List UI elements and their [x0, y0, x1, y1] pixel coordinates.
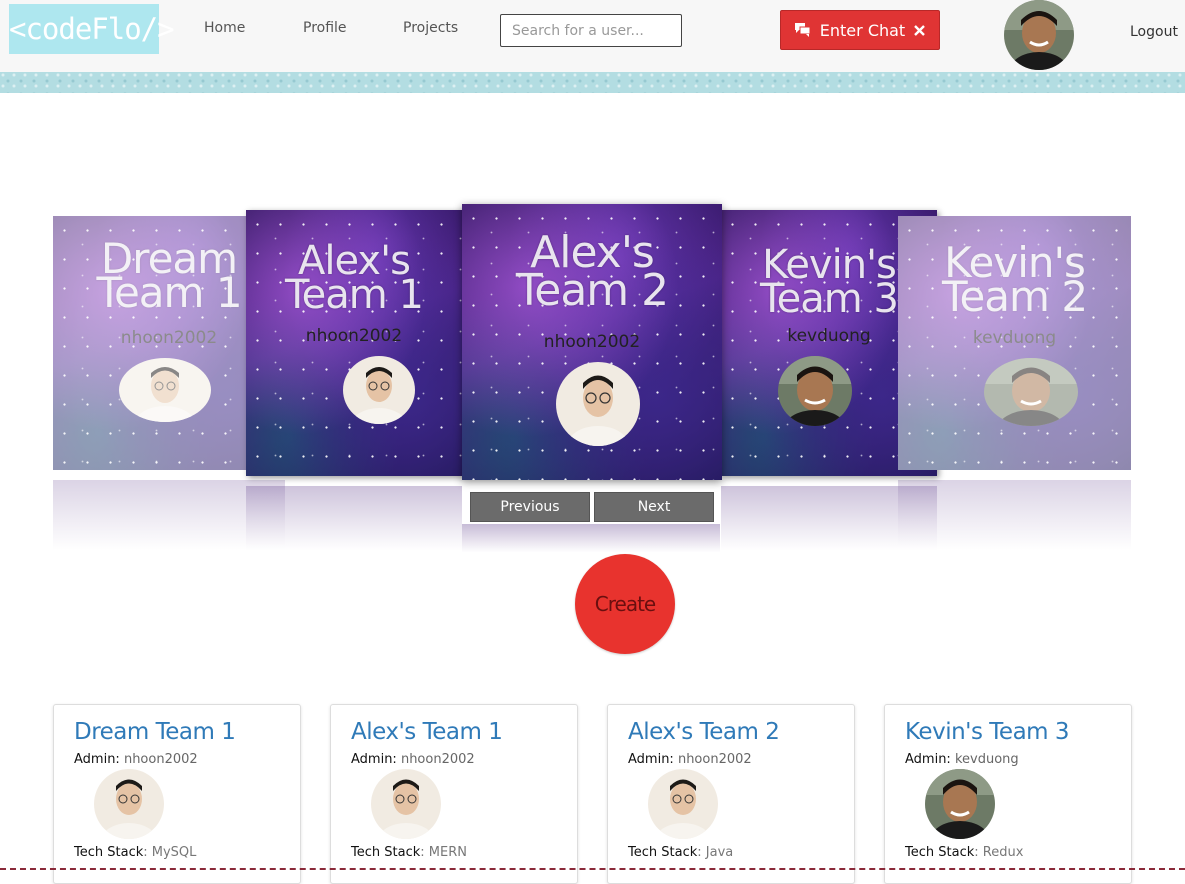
slide-owner: nhoon2002 [543, 332, 641, 352]
slide-fade-overlay [898, 216, 1131, 470]
team-carousel[interactable]: Dream Team 1 nhoon2002 Alex's Team 1 nho… [0, 200, 1185, 560]
slide-title-line: Team 1 [285, 272, 424, 318]
carousel-slide-active[interactable]: Alex's Team 2 nhoon2002 [462, 204, 722, 480]
team-card-stack: Tech Stack: Redux [905, 845, 1024, 860]
create-team-button[interactable]: Create [575, 554, 675, 654]
team-card[interactable]: Alex's Team 2 Admin: nhoon2002 Tech Stac… [607, 704, 855, 884]
owner-photo [556, 362, 640, 446]
next-button[interactable]: Next [594, 492, 714, 522]
nav-profile-link[interactable]: Profile [303, 20, 347, 36]
nav-home-link[interactable]: Home [204, 20, 245, 36]
team-card-title[interactable]: Alex's Team 1 [351, 719, 557, 745]
team-card[interactable]: Kevin's Team 3 Admin: kevduong Tech Stac… [884, 704, 1132, 884]
close-icon [914, 24, 926, 36]
admin-photo [94, 769, 164, 839]
enter-chat-label: Enter Chat [819, 20, 906, 40]
chat-bubbles-icon [794, 23, 811, 37]
team-card-title[interactable]: Alex's Team 2 [628, 719, 834, 745]
slide-owner: nhoon2002 [305, 326, 403, 346]
enter-chat-button[interactable]: Enter Chat [780, 10, 940, 50]
team-card-admin: Admin: kevduong [905, 752, 1019, 767]
team-card-admin: Admin: nhoon2002 [74, 752, 198, 767]
previous-button[interactable]: Previous [470, 492, 590, 522]
owner-photo [343, 356, 415, 424]
slide-title-line: Team 2 [515, 265, 669, 316]
team-card-stack: Tech Stack: MySQL [74, 845, 197, 860]
admin-photo [648, 769, 718, 839]
decorative-stripe [0, 72, 1185, 93]
carousel-slide[interactable]: Kevin's Team 2 kevduong [898, 216, 1131, 470]
logout-link[interactable]: Logout [1130, 24, 1178, 40]
slide-reflection [462, 524, 720, 554]
dashed-divider [0, 868, 1185, 870]
top-navbar: <codeFlo/> Home Profile Projects Enter C… [0, 0, 1185, 72]
codeflo-logo[interactable]: <codeFlo/> [9, 4, 175, 54]
admin-photo [925, 769, 995, 839]
user-avatar[interactable] [1004, 0, 1074, 70]
user-search-input[interactable] [500, 14, 682, 47]
nav-projects-link[interactable]: Projects [403, 20, 458, 36]
team-card[interactable]: Alex's Team 1 Admin: nhoon2002 Tech Stac… [330, 704, 578, 884]
carousel-slide[interactable]: Alex's Team 1 nhoon2002 [246, 210, 462, 476]
team-card-admin: Admin: nhoon2002 [628, 752, 752, 767]
team-card[interactable]: Dream Team 1 Admin: nhoon2002 Tech Stack… [53, 704, 301, 884]
team-card-stack: Tech Stack: Java [628, 845, 734, 860]
admin-photo [371, 769, 441, 839]
owner-photo [778, 356, 852, 426]
team-card-admin: Admin: nhoon2002 [351, 752, 475, 767]
team-card-title[interactable]: Dream Team 1 [74, 719, 280, 745]
team-card-stack: Tech Stack: MERN [351, 845, 467, 860]
slide-reflection [246, 486, 462, 554]
team-card-title[interactable]: Kevin's Team 3 [905, 719, 1111, 745]
slide-reflection [898, 480, 1131, 554]
